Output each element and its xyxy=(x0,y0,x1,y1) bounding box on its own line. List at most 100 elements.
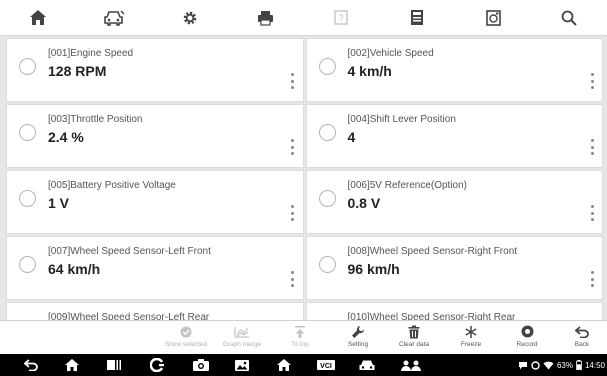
gallery-button[interactable] xyxy=(234,357,250,373)
document-button[interactable] xyxy=(379,0,455,36)
record-icon xyxy=(521,325,533,338)
list-item[interactable]: [003]Throttle Position 2.4 % xyxy=(6,104,304,168)
gear-icon xyxy=(183,11,196,24)
print-button[interactable] xyxy=(228,0,304,36)
vci-button[interactable]: VCI xyxy=(316,357,336,373)
system-home-button[interactable] xyxy=(64,357,80,373)
vehicle-shortcut-button[interactable] xyxy=(358,357,376,373)
graph-merge-label: Graph merge xyxy=(222,341,262,348)
list-item[interactable]: [005]Battery Positive Voltage 1 V xyxy=(6,170,304,234)
camera-button[interactable] xyxy=(192,357,210,373)
more-options-icon[interactable] xyxy=(590,205,594,221)
list-item[interactable]: [008]Wheel Speed Sensor-Right Front 96 k… xyxy=(305,236,603,300)
parameter-name: [006]5V Reference(Option) xyxy=(347,180,468,191)
parameter-value: 4 km/h xyxy=(347,63,392,79)
svg-text:?: ? xyxy=(339,13,344,23)
clear-data-label: Clear data xyxy=(399,341,429,348)
data-stream-list: [001]Engine Speed 128 RPM [002]Vehicle S… xyxy=(6,38,603,320)
select-radio[interactable] xyxy=(19,190,36,207)
list-item[interactable]: [004]Shift Lever Position 4 xyxy=(305,104,603,168)
top-toolbar: ? xyxy=(0,0,607,36)
graph-merge-icon xyxy=(234,326,249,338)
screenshot-icon xyxy=(485,9,501,26)
back-label: Back xyxy=(574,341,590,348)
vci-icon: VCI xyxy=(317,360,335,370)
list-item[interactable]: [002]Vehicle Speed 4 km/h xyxy=(305,38,603,102)
help-button[interactable]: ? xyxy=(304,0,380,36)
select-radio[interactable] xyxy=(19,124,36,141)
clear-data-button[interactable]: Clear data xyxy=(386,323,442,353)
select-radio[interactable] xyxy=(318,190,336,207)
more-options-icon[interactable] xyxy=(291,139,295,155)
wrench-icon xyxy=(352,325,365,338)
parameter-value: 128 RPM xyxy=(48,63,107,79)
list-item[interactable]: [010]Wheel Speed Sensor-Right Rear xyxy=(305,302,603,320)
select-radio[interactable] xyxy=(318,58,336,75)
setting-label: Setting xyxy=(347,341,369,348)
parameter-value: 0.8 V xyxy=(347,195,381,211)
list-item[interactable]: [001]Engine Speed 128 RPM xyxy=(6,38,304,102)
back-button[interactable]: Back xyxy=(554,323,607,353)
more-options-icon[interactable] xyxy=(291,73,295,89)
freeze-label: Freeze xyxy=(460,341,482,348)
home-button[interactable] xyxy=(0,0,76,36)
system-recents-button[interactable] xyxy=(106,357,122,373)
to-top-button[interactable]: To top xyxy=(272,323,328,353)
more-options-icon[interactable] xyxy=(291,205,295,221)
document-icon xyxy=(411,10,424,25)
remote-support-icon xyxy=(401,360,421,371)
show-selected-button[interactable]: Show selected xyxy=(158,323,214,353)
system-back-button[interactable] xyxy=(24,357,38,373)
search-button[interactable] xyxy=(531,0,607,36)
select-radio[interactable] xyxy=(318,124,336,141)
gallery-icon xyxy=(235,359,249,371)
show-selected-label: Show selected xyxy=(164,341,208,348)
system-nav-bar: VCI 63% 14:50 xyxy=(0,354,607,376)
search-icon xyxy=(561,10,577,26)
home-icon xyxy=(277,359,291,371)
list-item[interactable]: [009]Wheel Speed Sensor-Left Rear xyxy=(6,302,304,320)
wifi-icon xyxy=(543,361,554,369)
parameter-name: [005]Battery Positive Voltage xyxy=(48,180,176,191)
parameter-name: [008]Wheel Speed Sensor-Right Front xyxy=(347,246,518,257)
settings-button[interactable] xyxy=(152,0,228,36)
graph-merge-button[interactable]: Graph merge xyxy=(214,323,270,353)
vehicle-button[interactable] xyxy=(76,0,152,36)
screenshot-button[interactable] xyxy=(455,0,531,36)
app-home-button[interactable] xyxy=(276,357,292,373)
select-radio[interactable] xyxy=(318,256,336,273)
trash-icon xyxy=(408,325,420,338)
back-arrow-icon xyxy=(24,359,38,371)
recents-icon xyxy=(107,360,121,370)
parameter-name: [009]Wheel Speed Sensor-Left Rear xyxy=(48,312,210,320)
freeze-button[interactable]: Freeze xyxy=(443,323,499,353)
arrow-up-icon xyxy=(295,325,305,338)
more-options-icon[interactable] xyxy=(590,271,594,287)
select-radio[interactable] xyxy=(19,58,36,75)
more-options-icon[interactable] xyxy=(291,271,295,287)
parameter-name: [001]Engine Speed xyxy=(48,48,134,59)
setting-button[interactable]: Setting xyxy=(330,323,386,353)
home-icon xyxy=(29,10,46,25)
message-icon xyxy=(518,361,527,369)
remote-support-button[interactable] xyxy=(400,357,422,373)
more-options-icon[interactable] xyxy=(590,139,594,155)
parameter-value: 96 km/h xyxy=(347,261,400,277)
settings-status-icon xyxy=(531,360,540,370)
function-bar: Show selected Graph merge To top Setting… xyxy=(0,320,607,354)
select-radio[interactable] xyxy=(19,256,36,273)
battery-percent: 63% xyxy=(556,360,573,370)
clock: 14:50 xyxy=(584,360,605,370)
more-options-icon[interactable] xyxy=(590,73,594,89)
list-item[interactable]: [007]Wheel Speed Sensor-Left Front 64 km… xyxy=(6,236,304,300)
list-item[interactable]: [006]5V Reference(Option) 0.8 V xyxy=(305,170,603,234)
status-area: 63% 14:50 xyxy=(518,358,605,372)
parameter-value: 1 V xyxy=(48,195,70,211)
camera-icon xyxy=(193,359,209,371)
to-top-label: To top xyxy=(291,341,309,348)
record-button[interactable]: Record xyxy=(499,323,555,353)
battery-icon xyxy=(576,360,582,370)
app-logo-icon xyxy=(150,358,164,372)
print-icon xyxy=(258,10,274,26)
shortcut-app-button[interactable] xyxy=(150,357,164,373)
